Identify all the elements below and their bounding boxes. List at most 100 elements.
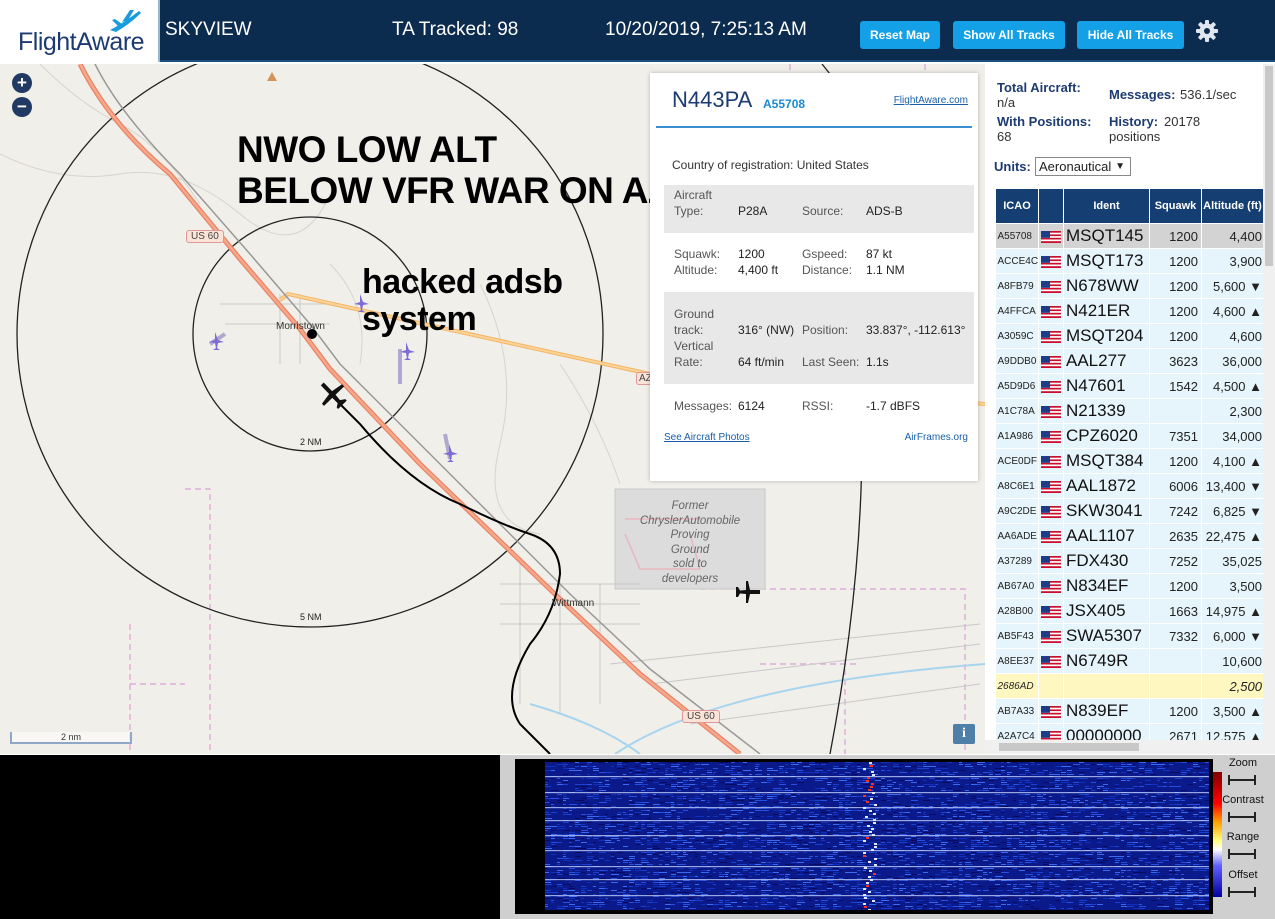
table-row[interactable]: A37289 FDX430 7252 35,025 bbox=[995, 548, 1264, 574]
cell-icao: ACE0DF bbox=[995, 448, 1039, 474]
cell-squawk: 1200 bbox=[1149, 273, 1202, 299]
col-header-altitude[interactable]: Altitude (ft) bbox=[1201, 188, 1264, 224]
table-row[interactable]: A28B00 JSX405 1663 14,975 ▲ bbox=[995, 598, 1264, 624]
airframes-link[interactable]: AirFrames.org bbox=[905, 432, 968, 443]
us-flag-icon bbox=[1041, 480, 1061, 493]
cell-altitude: 4,500 ▲ bbox=[1201, 373, 1264, 399]
annotation-2-line-2: system bbox=[362, 300, 477, 339]
overlay-annotation-1: NWO LOW ALT BELOW VFR WAR ON AZ bbox=[237, 129, 671, 211]
zoom-out-button[interactable]: − bbox=[12, 97, 32, 117]
show-all-tracks-button[interactable]: Show All Tracks bbox=[953, 21, 1065, 49]
cell-altitude: 6,000 ▼ bbox=[1201, 623, 1264, 649]
country-value: United States bbox=[796, 158, 869, 172]
cell-icao: AB67A0 bbox=[995, 573, 1039, 599]
offset-slider-icon[interactable] bbox=[1228, 887, 1256, 897]
table-row[interactable]: A8C6E1 AAL1872 6006 13,400 ▼ bbox=[995, 473, 1264, 499]
aircraft-photos-link[interactable]: See Aircraft Photos bbox=[664, 432, 750, 443]
type-value: P28A bbox=[738, 204, 768, 218]
cell-squawk: 1200 bbox=[1149, 248, 1202, 274]
cell-flag bbox=[1038, 673, 1064, 699]
table-row[interactable]: A9C2DE SKW3041 7242 6,825 ▼ bbox=[995, 498, 1264, 524]
range-ring-label-5nm: 5 NM bbox=[300, 612, 322, 622]
poi-line: ChryslerAutomobile bbox=[639, 514, 741, 527]
scrollbar-thumb[interactable] bbox=[999, 743, 1139, 751]
cell-altitude: 4,600 bbox=[1201, 323, 1264, 349]
reset-map-button[interactable]: Reset Map bbox=[860, 21, 940, 49]
panel-vertical-scrollbar[interactable] bbox=[1263, 64, 1275, 754]
table-row[interactable]: A55708 MSQT145 1200 4,400 bbox=[995, 223, 1264, 249]
map-info-button[interactable]: i bbox=[953, 724, 975, 744]
position-label: Position: bbox=[802, 323, 849, 337]
cell-altitude: 5,600 ▼ bbox=[1201, 273, 1264, 299]
contrast-control-label: Contrast bbox=[1222, 794, 1264, 806]
us-flag-icon bbox=[1041, 255, 1061, 268]
cell-icao: A8FB79 bbox=[995, 273, 1039, 299]
table-row[interactable]: A9DDB0 AAL277 3623 36,000 bbox=[995, 348, 1264, 374]
cell-icao: A9C2DE bbox=[995, 498, 1039, 524]
col-header-flag[interactable] bbox=[1038, 188, 1064, 224]
panel-horizontal-scrollbar[interactable] bbox=[985, 740, 1263, 754]
waterfall-display[interactable] bbox=[515, 759, 1222, 914]
table-row[interactable]: A5D9D6 N47601 1542 4,500 ▲ bbox=[995, 373, 1264, 399]
messages-label: Messages: bbox=[674, 399, 733, 413]
range-ring-label-2nm: 2 NM bbox=[300, 437, 322, 447]
cell-squawk: 1200 bbox=[1149, 298, 1202, 324]
us-flag-icon bbox=[1041, 380, 1061, 393]
table-row[interactable]: AB7A33 N839EF 1200 3,500 ▲ bbox=[995, 698, 1264, 724]
popup-registration: N443PA bbox=[672, 87, 753, 112]
type-label: Type: bbox=[674, 204, 704, 218]
col-header-icao[interactable]: ICAO bbox=[995, 188, 1039, 224]
cell-icao: A3059C bbox=[995, 323, 1039, 349]
table-row[interactable]: AB67A0 N834EF 1200 3,500 bbox=[995, 573, 1264, 599]
us-flag-icon bbox=[1041, 705, 1061, 718]
overlay-annotation-2: hacked adsb system bbox=[362, 263, 563, 339]
cell-flag bbox=[1038, 223, 1064, 249]
gear-icon[interactable] bbox=[1195, 19, 1219, 43]
col-header-ident[interactable]: Ident bbox=[1063, 188, 1150, 224]
track-value: 316° (NW) bbox=[738, 323, 795, 337]
poi-label-proving-ground: Former ChryslerAutomobile Proving Ground… bbox=[615, 499, 765, 586]
contrast-slider-icon[interactable] bbox=[1228, 812, 1256, 822]
lastseen-label: Last Seen: bbox=[802, 355, 860, 369]
ground-label: Ground bbox=[674, 307, 715, 321]
table-row[interactable]: 2686AD 2,500 bbox=[995, 673, 1264, 699]
cell-icao: A1C78A bbox=[995, 398, 1039, 424]
total-aircraft-value: n/a bbox=[997, 95, 1016, 110]
flightaware-link[interactable]: FlightAware.com bbox=[894, 95, 968, 106]
cell-icao: A8EE37 bbox=[995, 648, 1039, 674]
aircraft-list-panel: Total Aircraft: n/a Messages: 536.1/sec … bbox=[985, 64, 1275, 754]
table-row[interactable]: A8EE37 N6749R 10,600 bbox=[995, 648, 1264, 674]
cell-icao: AB7A33 bbox=[995, 698, 1039, 724]
table-row[interactable]: A8FB79 N678WW 1200 5,600 ▼ bbox=[995, 273, 1264, 299]
cell-squawk: 1200 bbox=[1149, 223, 1202, 249]
flightaware-logo[interactable]: FlightAware bbox=[0, 0, 160, 62]
map-scale-bar: 2 nm bbox=[10, 732, 132, 744]
table-row[interactable]: A1C78A N21339 2,300 bbox=[995, 398, 1264, 424]
us-flag-icon bbox=[1041, 230, 1061, 243]
cell-flag bbox=[1038, 498, 1064, 524]
cell-squawk: 1200 bbox=[1149, 573, 1202, 599]
table-row[interactable]: AA6ADE AAL1107 2635 22,475 ▲ bbox=[995, 523, 1264, 549]
us-flag-icon bbox=[1041, 430, 1061, 443]
table-row[interactable]: ACCE4C MSQT173 1200 3,900 bbox=[995, 248, 1264, 274]
col-header-squawk[interactable]: Squawk bbox=[1149, 188, 1202, 224]
table-row[interactable]: ACE0DF MSQT384 1200 4,100 ▲ bbox=[995, 448, 1264, 474]
country-label: Country of registration: bbox=[672, 158, 794, 172]
datetime: 10/20/2019, 7:25:13 AM bbox=[605, 19, 807, 40]
zoom-in-button[interactable]: + bbox=[12, 73, 32, 93]
zoom-slider-icon[interactable] bbox=[1228, 775, 1256, 785]
rate-label: Rate: bbox=[674, 355, 703, 369]
cell-squawk: 1200 bbox=[1149, 698, 1202, 724]
table-row[interactable]: AB5F43 SWA5307 7332 6,000 ▼ bbox=[995, 623, 1264, 649]
table-row[interactable]: A1A986 CPZ6020 7351 34,000 bbox=[995, 423, 1264, 449]
units-select[interactable]: Aeronautical ▼ bbox=[1035, 157, 1131, 176]
scrollbar-thumb[interactable] bbox=[1265, 66, 1273, 266]
hide-all-tracks-button[interactable]: Hide All Tracks bbox=[1077, 21, 1184, 49]
cell-flag bbox=[1038, 548, 1064, 574]
cell-icao: A8C6E1 bbox=[995, 473, 1039, 499]
table-row[interactable]: A4FFCA N421ER 1200 4,600 ▲ bbox=[995, 298, 1264, 324]
cell-ident: AAL1107 bbox=[1063, 523, 1150, 549]
range-slider-icon[interactable] bbox=[1228, 849, 1256, 859]
table-row[interactable]: A3059C MSQT204 1200 4,600 bbox=[995, 323, 1264, 349]
cell-flag bbox=[1038, 398, 1064, 424]
